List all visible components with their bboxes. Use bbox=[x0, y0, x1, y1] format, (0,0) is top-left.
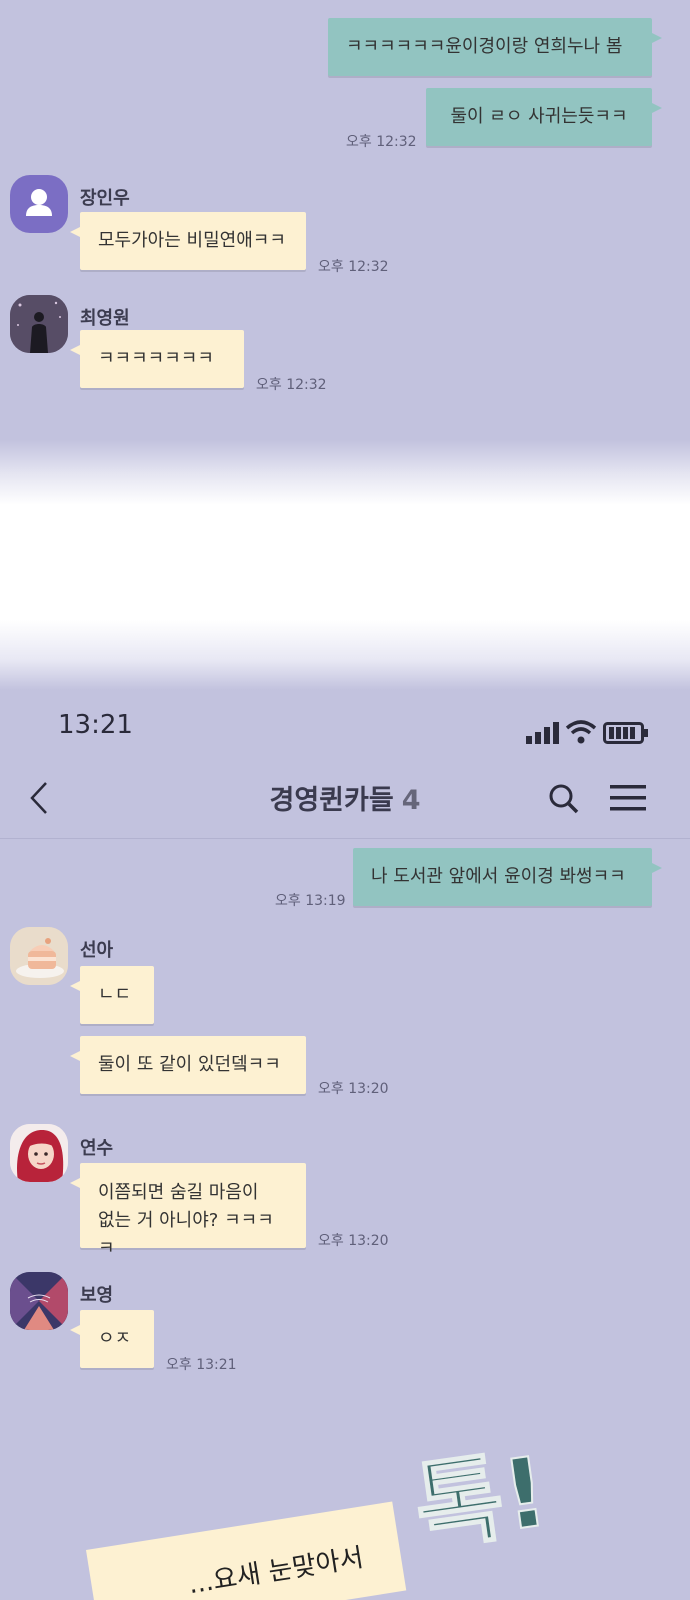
header-divider bbox=[0, 838, 690, 839]
avatar[interactable] bbox=[10, 927, 68, 985]
message-text: ㅋㅋㅋㅋㅋㅋ윤이경이랑 연희누나 봄 bbox=[346, 36, 623, 57]
avatar[interactable] bbox=[10, 295, 68, 353]
girl-portrait-icon bbox=[10, 1124, 68, 1182]
sound-effect-text: 톡! bbox=[415, 1435, 545, 1560]
message-timestamp: 오후 12:32 bbox=[346, 134, 417, 150]
message-text: ㅇㅈ bbox=[98, 1328, 132, 1349]
received-message-bubble[interactable]: ㅇㅈ bbox=[70, 1310, 154, 1368]
avatar[interactable] bbox=[10, 175, 68, 233]
message-text-line: 이쯤되면 숨길 마음이 bbox=[98, 1182, 259, 1203]
avatar[interactable] bbox=[10, 1272, 68, 1330]
received-message-bubble[interactable]: ㄴㄷ bbox=[70, 966, 154, 1024]
album-art-icon bbox=[10, 1272, 68, 1330]
battery-icon bbox=[603, 722, 648, 744]
sent-message-bubble[interactable]: ㅋㅋㅋㅋㅋㅋ윤이경이랑 연희누나 봄 bbox=[328, 18, 662, 76]
message-text: 둘이 ㄹㅇ 사귀는듯ㅋㅋ bbox=[450, 106, 628, 127]
sent-message-bubble[interactable]: 둘이 ㄹㅇ 사귀는듯ㅋㅋ bbox=[426, 88, 662, 146]
received-message-bubble[interactable]: 이쯤되면 숨길 마음이 없는 거 아니야? ㅋㅋㅋㅋ bbox=[70, 1163, 306, 1259]
member-count: 4 bbox=[401, 785, 421, 816]
sender-name: 연수 bbox=[80, 1138, 114, 1159]
message-timestamp: 오후 13:20 bbox=[318, 1081, 389, 1097]
narration-text: ...요새 눈맞아서 bbox=[186, 1542, 366, 1600]
search-icon[interactable] bbox=[548, 783, 580, 815]
cake-photo-icon bbox=[10, 927, 68, 985]
signal-icon bbox=[526, 722, 559, 744]
message-text: 모두가아는 비밀연애ㅋㅋ bbox=[98, 230, 286, 251]
message-text: 나 도서관 앞에서 윤이경 봐썽ㅋㅋ bbox=[371, 866, 626, 887]
message-timestamp: 오후 13:19 bbox=[275, 893, 346, 909]
message-text-line: 없는 거 아니야? ㅋㅋㅋㅋ bbox=[98, 1210, 274, 1259]
status-bar-time: 13:21 bbox=[58, 710, 133, 740]
message-text: ㅋㅋㅋㅋㅋㅋㅋ bbox=[98, 348, 214, 369]
default-user-icon bbox=[26, 189, 52, 216]
sender-name: 최영원 bbox=[80, 308, 130, 329]
chat-room-name: 경영퀸카들 bbox=[269, 785, 394, 816]
sender-name: 보영 bbox=[80, 1285, 114, 1306]
message-timestamp: 오후 12:32 bbox=[256, 377, 327, 393]
received-message-bubble[interactable]: 둘이 또 같이 있던뎈ㅋㅋ bbox=[70, 1036, 306, 1094]
message-text: 둘이 또 같이 있던뎈ㅋㅋ bbox=[98, 1054, 281, 1075]
wifi-icon bbox=[565, 720, 597, 744]
message-text: ㄴㄷ bbox=[98, 984, 132, 1005]
message-timestamp: 오후 13:20 bbox=[318, 1233, 389, 1249]
sender-name: 선아 bbox=[80, 940, 114, 961]
person-photo-icon bbox=[10, 295, 68, 353]
received-message-bubble[interactable]: ㅋㅋㅋㅋㅋㅋㅋ bbox=[70, 330, 244, 388]
message-timestamp: 오후 13:21 bbox=[166, 1357, 237, 1373]
panel-gutter bbox=[0, 440, 690, 690]
sent-message-bubble[interactable]: 나 도서관 앞에서 윤이경 봐썽ㅋㅋ bbox=[353, 848, 662, 906]
message-timestamp: 오후 12:32 bbox=[318, 259, 389, 275]
sound-effect-tok: 톡! bbox=[415, 1434, 545, 1560]
hamburger-menu-icon[interactable] bbox=[610, 784, 646, 812]
received-message-bubble[interactable]: 모두가아는 비밀연애ㅋㅋ bbox=[70, 212, 306, 270]
chat-room-title: 경영퀸카들 4 bbox=[0, 778, 690, 817]
avatar[interactable] bbox=[10, 1124, 68, 1182]
sender-name: 장인우 bbox=[80, 188, 130, 209]
